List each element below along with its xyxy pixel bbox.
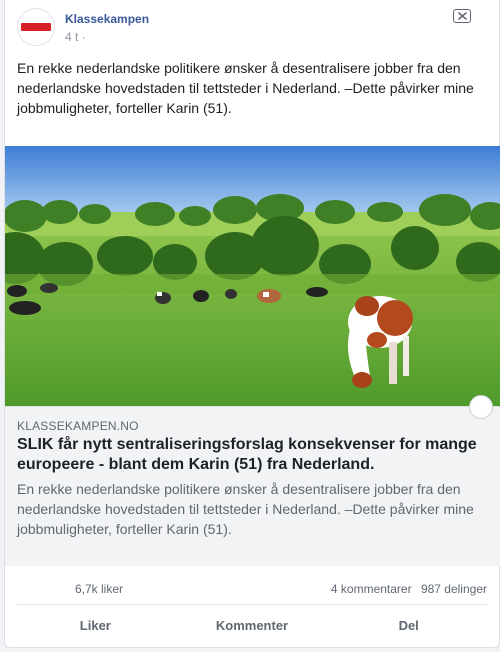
post-message: En rekke nederlandske politikere ønsker …: [17, 60, 474, 116]
avatar[interactable]: [17, 8, 55, 46]
like-button[interactable]: Liker: [17, 608, 174, 642]
post-actions: Liker Kommenter Del: [17, 608, 487, 642]
link-title[interactable]: SLIK får nytt sentraliseringsforslag kon…: [17, 435, 487, 475]
post-stats: 6,7k liker 4 kommentarer 987 delinger: [17, 572, 487, 605]
article-image[interactable]: [5, 146, 500, 406]
page-name-link[interactable]: Klassekampen: [65, 12, 149, 26]
klassekampen-logo-icon: [21, 23, 51, 31]
close-icon: [457, 12, 467, 20]
likes-count[interactable]: 6,7k liker: [75, 582, 123, 596]
post-header: Klassekampen 4 t ·: [17, 8, 487, 48]
share-button[interactable]: Del: [330, 608, 487, 642]
shares-count[interactable]: 987 delinger: [421, 582, 487, 596]
comments-count[interactable]: 4 kommentarer: [331, 582, 412, 596]
save-link-button[interactable]: [469, 395, 493, 419]
post-card: Klassekampen 4 t · En rekke nederlandske…: [4, 0, 500, 648]
comment-button[interactable]: Kommenter: [174, 608, 331, 642]
cows-in-field-image: [5, 146, 500, 406]
post-timestamp[interactable]: 4 t ·: [65, 30, 86, 44]
link-domain: KLASSEKAMPEN.NO: [17, 419, 139, 433]
link-description: En rekke nederlandske politikere ønsker …: [17, 481, 474, 537]
hide-post-button[interactable]: [453, 9, 471, 23]
link-preview[interactable]: KLASSEKAMPEN.NO SLIK får nytt sentralise…: [5, 395, 500, 566]
